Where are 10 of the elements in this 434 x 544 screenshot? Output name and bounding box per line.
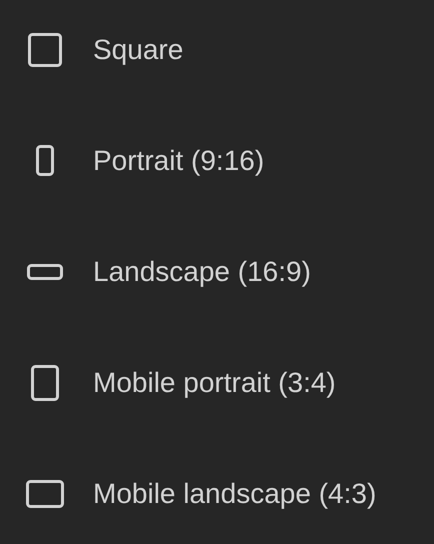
menu-item[interactable]: Square bbox=[0, 0, 434, 100]
landscape-rectangle-icon bbox=[27, 264, 63, 280]
portrait-rectangle-icon bbox=[31, 365, 59, 402]
square-icon bbox=[28, 32, 62, 67]
menu-item[interactable]: Mobile portrait (3:4) bbox=[0, 334, 434, 433]
menu-item[interactable]: Mobile landscape (4:3) bbox=[0, 444, 434, 544]
portrait-rectangle-icon bbox=[36, 145, 54, 176]
menu-item[interactable]: Portrait (9:16) bbox=[0, 111, 434, 210]
landscape-rectangle-icon bbox=[26, 480, 64, 508]
menu-item[interactable]: Landscape (16:9) bbox=[0, 222, 434, 322]
